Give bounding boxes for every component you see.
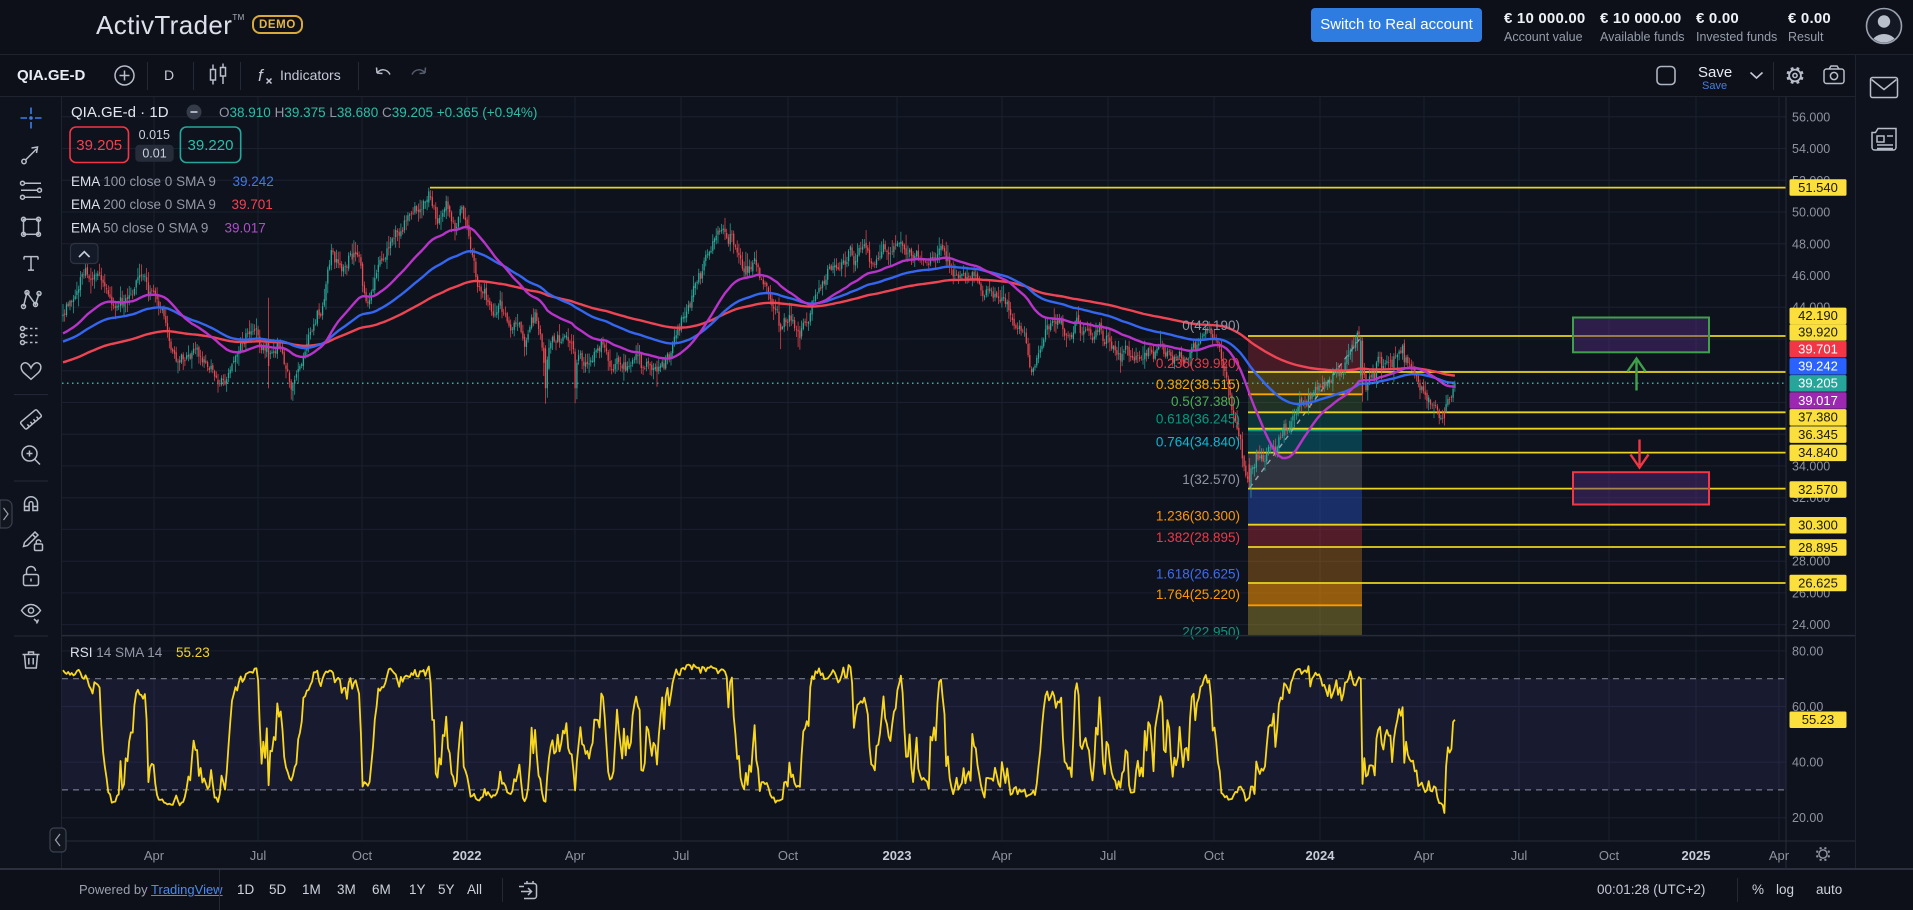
svg-text:2025: 2025 <box>1682 848 1711 863</box>
svg-text:42.190: 42.190 <box>1798 308 1838 323</box>
svg-text:0.236(39.920): 0.236(39.920) <box>1156 356 1240 371</box>
svg-text:39.701: 39.701 <box>1798 342 1838 357</box>
svg-text:24.000: 24.000 <box>1792 618 1830 632</box>
svg-text:2022: 2022 <box>453 848 482 863</box>
svg-text:2024: 2024 <box>1306 848 1336 863</box>
svg-text:EMA 100 close 0 SMA 9: EMA 100 close 0 SMA 9 <box>71 174 216 189</box>
svg-text:f: f <box>258 66 265 85</box>
svg-text:EMA 200 close 0 SMA 9: EMA 200 close 0 SMA 9 <box>71 197 216 212</box>
svg-text:Apr: Apr <box>992 848 1013 863</box>
svg-text:30.300: 30.300 <box>1798 518 1838 533</box>
svg-text:28.895: 28.895 <box>1798 540 1838 555</box>
svg-text:20.00: 20.00 <box>1792 811 1823 825</box>
svg-text:26.625: 26.625 <box>1798 575 1838 590</box>
svg-text:Jul: Jul <box>673 848 690 863</box>
svg-text:51.540: 51.540 <box>1798 180 1838 195</box>
svg-text:1.764(25.220): 1.764(25.220) <box>1156 587 1240 602</box>
svg-text:Oct: Oct <box>1599 848 1620 863</box>
svg-text:0.764(34.840): 0.764(34.840) <box>1156 435 1240 450</box>
svg-text:QIA.GE-d · 1D: QIA.GE-d · 1D <box>71 104 169 121</box>
svg-text:2(22.950): 2(22.950) <box>1182 625 1240 640</box>
svg-text:32.570: 32.570 <box>1798 482 1838 497</box>
svg-text:0.5(37.380): 0.5(37.380) <box>1171 394 1240 409</box>
svg-text:1.382(28.895): 1.382(28.895) <box>1156 530 1240 545</box>
svg-text:Apr: Apr <box>565 848 586 863</box>
svg-text:0(42.190): 0(42.190) <box>1182 318 1240 333</box>
svg-text:Apr: Apr <box>144 848 165 863</box>
svg-text:0.015: 0.015 <box>139 128 170 142</box>
svg-text:37.380: 37.380 <box>1798 410 1838 425</box>
svg-text:0.618(36.245): 0.618(36.245) <box>1156 412 1240 427</box>
svg-text:RSI 14 SMA 14: RSI 14 SMA 14 <box>70 645 163 660</box>
svg-text:Oct: Oct <box>352 848 373 863</box>
svg-text:1(32.570): 1(32.570) <box>1182 472 1240 487</box>
svg-text:Jul: Jul <box>1100 848 1117 863</box>
svg-text:80.00: 80.00 <box>1792 644 1823 658</box>
svg-text:Jul: Jul <box>1511 848 1528 863</box>
svg-text:39.205: 39.205 <box>1798 376 1838 391</box>
svg-text:39.017: 39.017 <box>1798 393 1838 408</box>
svg-text:39.242: 39.242 <box>233 174 274 189</box>
svg-text:0.382(38.515): 0.382(38.515) <box>1156 377 1240 392</box>
svg-text:34.840: 34.840 <box>1798 445 1838 460</box>
svg-text:39.017: 39.017 <box>225 221 266 236</box>
svg-text:Jul: Jul <box>250 848 267 863</box>
svg-text:56.000: 56.000 <box>1792 110 1830 124</box>
svg-text:39.220: 39.220 <box>188 137 234 154</box>
svg-text:50.000: 50.000 <box>1792 206 1830 220</box>
svg-text:36.345: 36.345 <box>1798 427 1838 442</box>
svg-text:O38.910 H39.375 L38.680 C39.20: O38.910 H39.375 L38.680 C39.205 +0.365 (… <box>219 105 537 120</box>
svg-text:Oct: Oct <box>778 848 799 863</box>
svg-text:EMA 50 close 0 SMA 9: EMA 50 close 0 SMA 9 <box>71 221 208 236</box>
svg-text:39.242: 39.242 <box>1798 359 1838 374</box>
svg-text:2023: 2023 <box>883 848 912 863</box>
svg-text:39.701: 39.701 <box>232 197 273 212</box>
svg-text:40.00: 40.00 <box>1792 756 1823 770</box>
svg-text:Apr: Apr <box>1769 848 1790 863</box>
svg-text:1.236(30.300): 1.236(30.300) <box>1156 509 1240 524</box>
svg-text:28.000: 28.000 <box>1792 555 1830 569</box>
svg-text:Oct: Oct <box>1204 848 1225 863</box>
svg-text:1.618(26.625): 1.618(26.625) <box>1156 567 1240 582</box>
svg-text:55.23: 55.23 <box>176 645 210 660</box>
svg-text:54.000: 54.000 <box>1792 142 1830 156</box>
svg-text:39.920: 39.920 <box>1798 325 1838 340</box>
svg-text:0.01: 0.01 <box>142 146 166 160</box>
svg-text:48.000: 48.000 <box>1792 237 1830 251</box>
svg-text:Apr: Apr <box>1414 848 1435 863</box>
svg-text:34.000: 34.000 <box>1792 459 1830 473</box>
svg-text:55.23: 55.23 <box>1802 712 1835 727</box>
svg-text:46.000: 46.000 <box>1792 269 1830 283</box>
svg-text:39.205: 39.205 <box>76 137 122 154</box>
